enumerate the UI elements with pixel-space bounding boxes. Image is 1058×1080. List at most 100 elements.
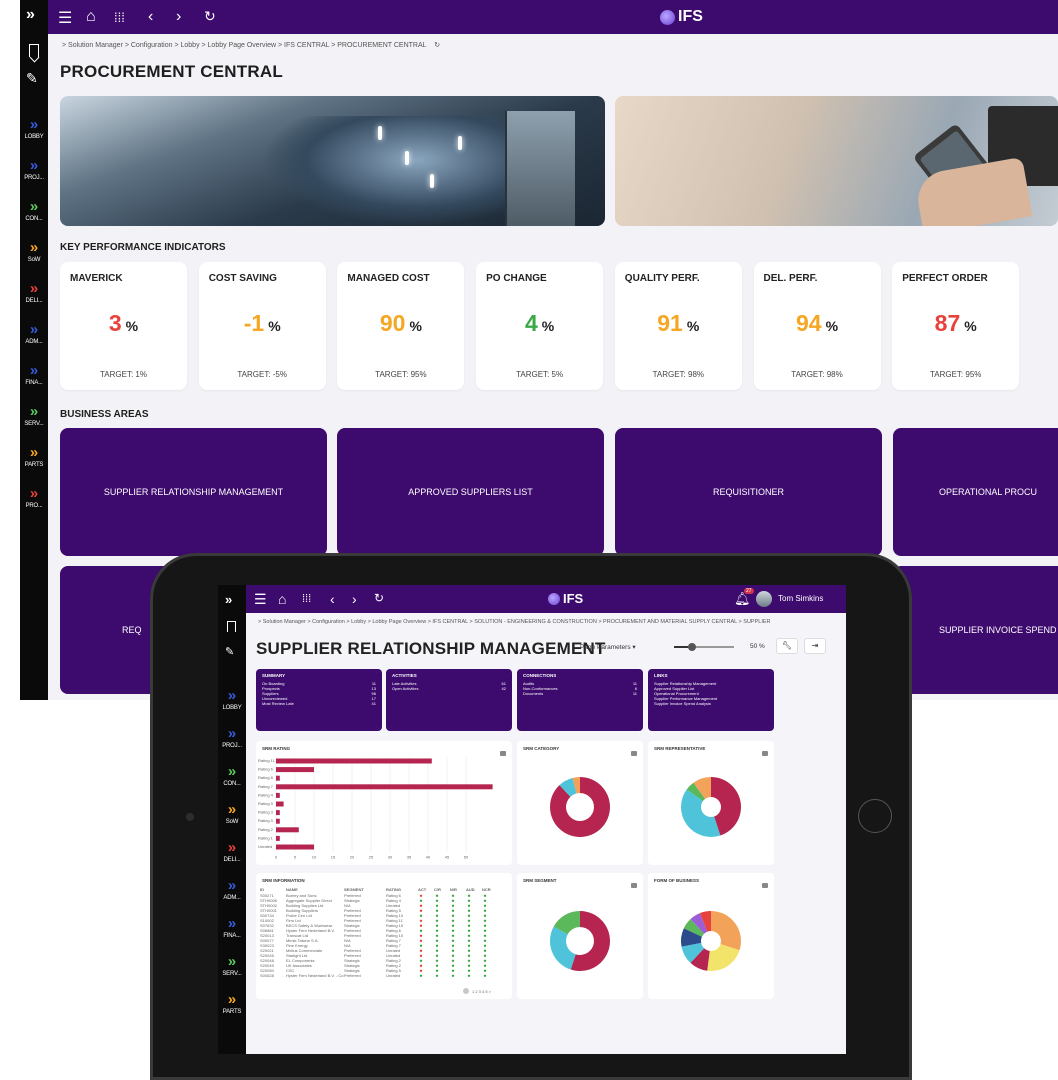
rail-item[interactable]: » PARTS [20, 445, 48, 468]
rail-item[interactable]: » SoW [20, 240, 48, 263]
zoom-slider[interactable] [674, 643, 734, 651]
apps-grid-icon[interactable]: ⁞⁞⁞ [302, 593, 311, 605]
rail-chevron-icon: » [29, 280, 39, 297]
activities-card[interactable]: ACTIVITIES Late Activities 61 Open Activit… [386, 669, 512, 731]
links-card[interactable]: LINKS Supplier Relationship Management Ap… [648, 669, 774, 731]
rail-item[interactable]: » SoW [218, 802, 246, 825]
area-tile-approved-suppliers[interactable]: APPROVED SUPPLIERS LIST [337, 428, 604, 556]
rail-item[interactable]: » SERV... [218, 954, 246, 977]
edit-pencil-icon[interactable]: ✎ [26, 70, 38, 87]
ifs-logo-mark [660, 9, 675, 25]
rail-item-label: LOBBY [222, 705, 242, 711]
settings-wrench-button[interactable]: 🔧︎ [776, 638, 798, 654]
kpi-card[interactable]: COST SAVING -1% TARGET: -5% [198, 262, 326, 390]
srm-rating-bar-chart: 0 5 10 15 20 25 30 35 40 45 50 Rating 11 Rating 6 Rat… [258, 757, 493, 860]
kpi-value: 4% [476, 310, 603, 337]
home-icon[interactable]: ⌂ [86, 8, 96, 26]
breadcrumb[interactable]: > Solution Manager > Configuration > Lob… [246, 615, 846, 629]
area-tile-srm[interactable]: SUPPLIER RELATIONSHIP MANAGEMENT [60, 428, 327, 556]
hamburger-menu-icon[interactable]: ☰ [254, 591, 267, 608]
rail-item[interactable]: » SERV... [20, 403, 48, 427]
kpi-number: 94 [795, 310, 822, 336]
status-dot [451, 919, 455, 922]
page-parameters-dropdown[interactable]: Page Parameters ▾ [580, 643, 636, 651]
hamburger-menu-icon[interactable]: ☰ [58, 8, 72, 28]
connections-card[interactable]: CONNECTIONS Audits 11 Non-Conformances 6 Doc… [517, 669, 643, 731]
rail-item[interactable]: » DELI... [218, 840, 246, 863]
breadcrumb-path[interactable]: > Solution Manager > Configuration > Lob… [62, 42, 426, 49]
kpi-card[interactable]: QUALITY PERF. 91% TARGET: 98% [614, 262, 742, 390]
ifs-logo-mark [548, 592, 560, 605]
area-tile-label: REQ [122, 625, 142, 635]
summary-row[interactable]: Most Review Late 41 [262, 701, 376, 706]
rail-item[interactable]: » PRO... [20, 486, 48, 509]
breadcrumb: > Solution Manager > Configuration > Lob… [48, 36, 1058, 56]
expand-rail-icon[interactable]: » [26, 6, 35, 24]
summary-row[interactable]: Documents 11 [523, 691, 637, 696]
y-tick-label: Rating 9 [258, 801, 274, 806]
page-parameters-label: Page Parameters [580, 644, 631, 651]
rail-item[interactable]: » DELI... [20, 280, 48, 304]
summary-row[interactable]: Open Activities 42 [392, 686, 506, 691]
back-arrow-icon[interactable]: ‹ [148, 8, 153, 26]
bookmark-icon[interactable] [227, 621, 236, 632]
status-dot [435, 919, 439, 922]
kpi-card[interactable]: PERFECT ORDER 87% TARGET: 95% [892, 262, 1020, 390]
status-dot [451, 924, 455, 927]
kpi-card[interactable]: DEL. PERF. 94% TARGET: 98% [753, 262, 881, 390]
edit-pencil-icon[interactable]: ✎ [225, 645, 234, 658]
rail-item[interactable]: » CON... [20, 199, 48, 222]
kpi-card[interactable]: MANAGED COST 90% TARGET: 95% [337, 262, 465, 390]
rail-item[interactable]: » FINA... [20, 363, 48, 386]
status-dot [419, 909, 423, 912]
kpi-unit: % [268, 318, 281, 334]
home-icon[interactable]: ⌂ [278, 591, 286, 607]
apps-grid-icon[interactable]: ⁞⁞⁞ [114, 10, 125, 25]
back-arrow-icon[interactable]: ‹ [330, 591, 335, 607]
link-item[interactable]: Supplier Invoice Spend Analysis [654, 701, 768, 706]
status-dot [483, 974, 487, 977]
zoom-level: 50 % [750, 643, 765, 650]
status-dot [435, 959, 439, 962]
rail-item[interactable]: » CON... [218, 764, 246, 787]
rail-item[interactable]: » LOBBY [218, 688, 246, 711]
user-avatar[interactable] [756, 591, 772, 607]
area-tile-requisitioner[interactable]: REQUISITIONER [615, 428, 882, 556]
x-tick-label: 10 [312, 855, 317, 860]
expand-rail-icon[interactable]: » [225, 592, 232, 607]
refresh-icon[interactable]: ↻ [374, 591, 384, 605]
rail-item[interactable]: » ADM... [20, 322, 48, 345]
rail-chevron-icon: » [29, 157, 39, 174]
rail-item[interactable]: » PROJ... [20, 157, 48, 181]
rail-item[interactable]: » FINA... [218, 916, 246, 939]
y-tick-label: Rating 5 [258, 818, 274, 823]
kpi-card[interactable]: PO CHANGE 4% TARGET: 5% [476, 262, 604, 390]
status-dot [483, 894, 487, 897]
forward-arrow-icon[interactable]: › [176, 8, 181, 26]
rail-chevron-icon: » [29, 403, 39, 420]
refresh-icon[interactable]: ↻ [204, 8, 216, 25]
summary-card[interactable]: SUMMARY On Boarding 11 Prospects 13 Supplier… [256, 669, 382, 731]
srm-information-table: ID NAME SEGMENT RATING ACT C/R N/R AUD NCRS00271… [260, 887, 492, 994]
forward-arrow-icon[interactable]: › [352, 591, 357, 607]
rail-item[interactable]: » PARTS [218, 992, 246, 1015]
bookmark-icon[interactable] [29, 44, 39, 57]
rail-item[interactable]: » LOBBY [20, 117, 48, 140]
rail-item[interactable]: » ADM... [218, 878, 246, 901]
status-dot [467, 954, 471, 957]
user-name[interactable]: Tom Simkins [778, 594, 823, 603]
table-header: NCR [482, 887, 491, 892]
area-tile-label: REQUISITIONER [712, 487, 784, 497]
kpi-number: 3 [108, 310, 122, 336]
breadcrumb-refresh-icon[interactable]: ↻ [434, 42, 440, 49]
chevron-down-icon: ▾ [632, 644, 636, 651]
area-tile-supplier-invoice-spend[interactable]: SUPPLIER INVOICE SPEND [893, 566, 1058, 694]
kpi-card[interactable]: MAVERICK 3% TARGET: 1% [60, 262, 187, 390]
share-button[interactable]: ⇥ [804, 638, 826, 654]
zoom-slider-knob[interactable] [688, 643, 696, 651]
rail-item[interactable]: » PROJ... [218, 726, 246, 749]
page-title: PROCUREMENT CENTRAL [60, 62, 283, 81]
bar [276, 767, 314, 773]
area-tile-operational-procurement[interactable]: OPERATIONAL PROCU [893, 428, 1058, 556]
status-dot [435, 929, 439, 932]
